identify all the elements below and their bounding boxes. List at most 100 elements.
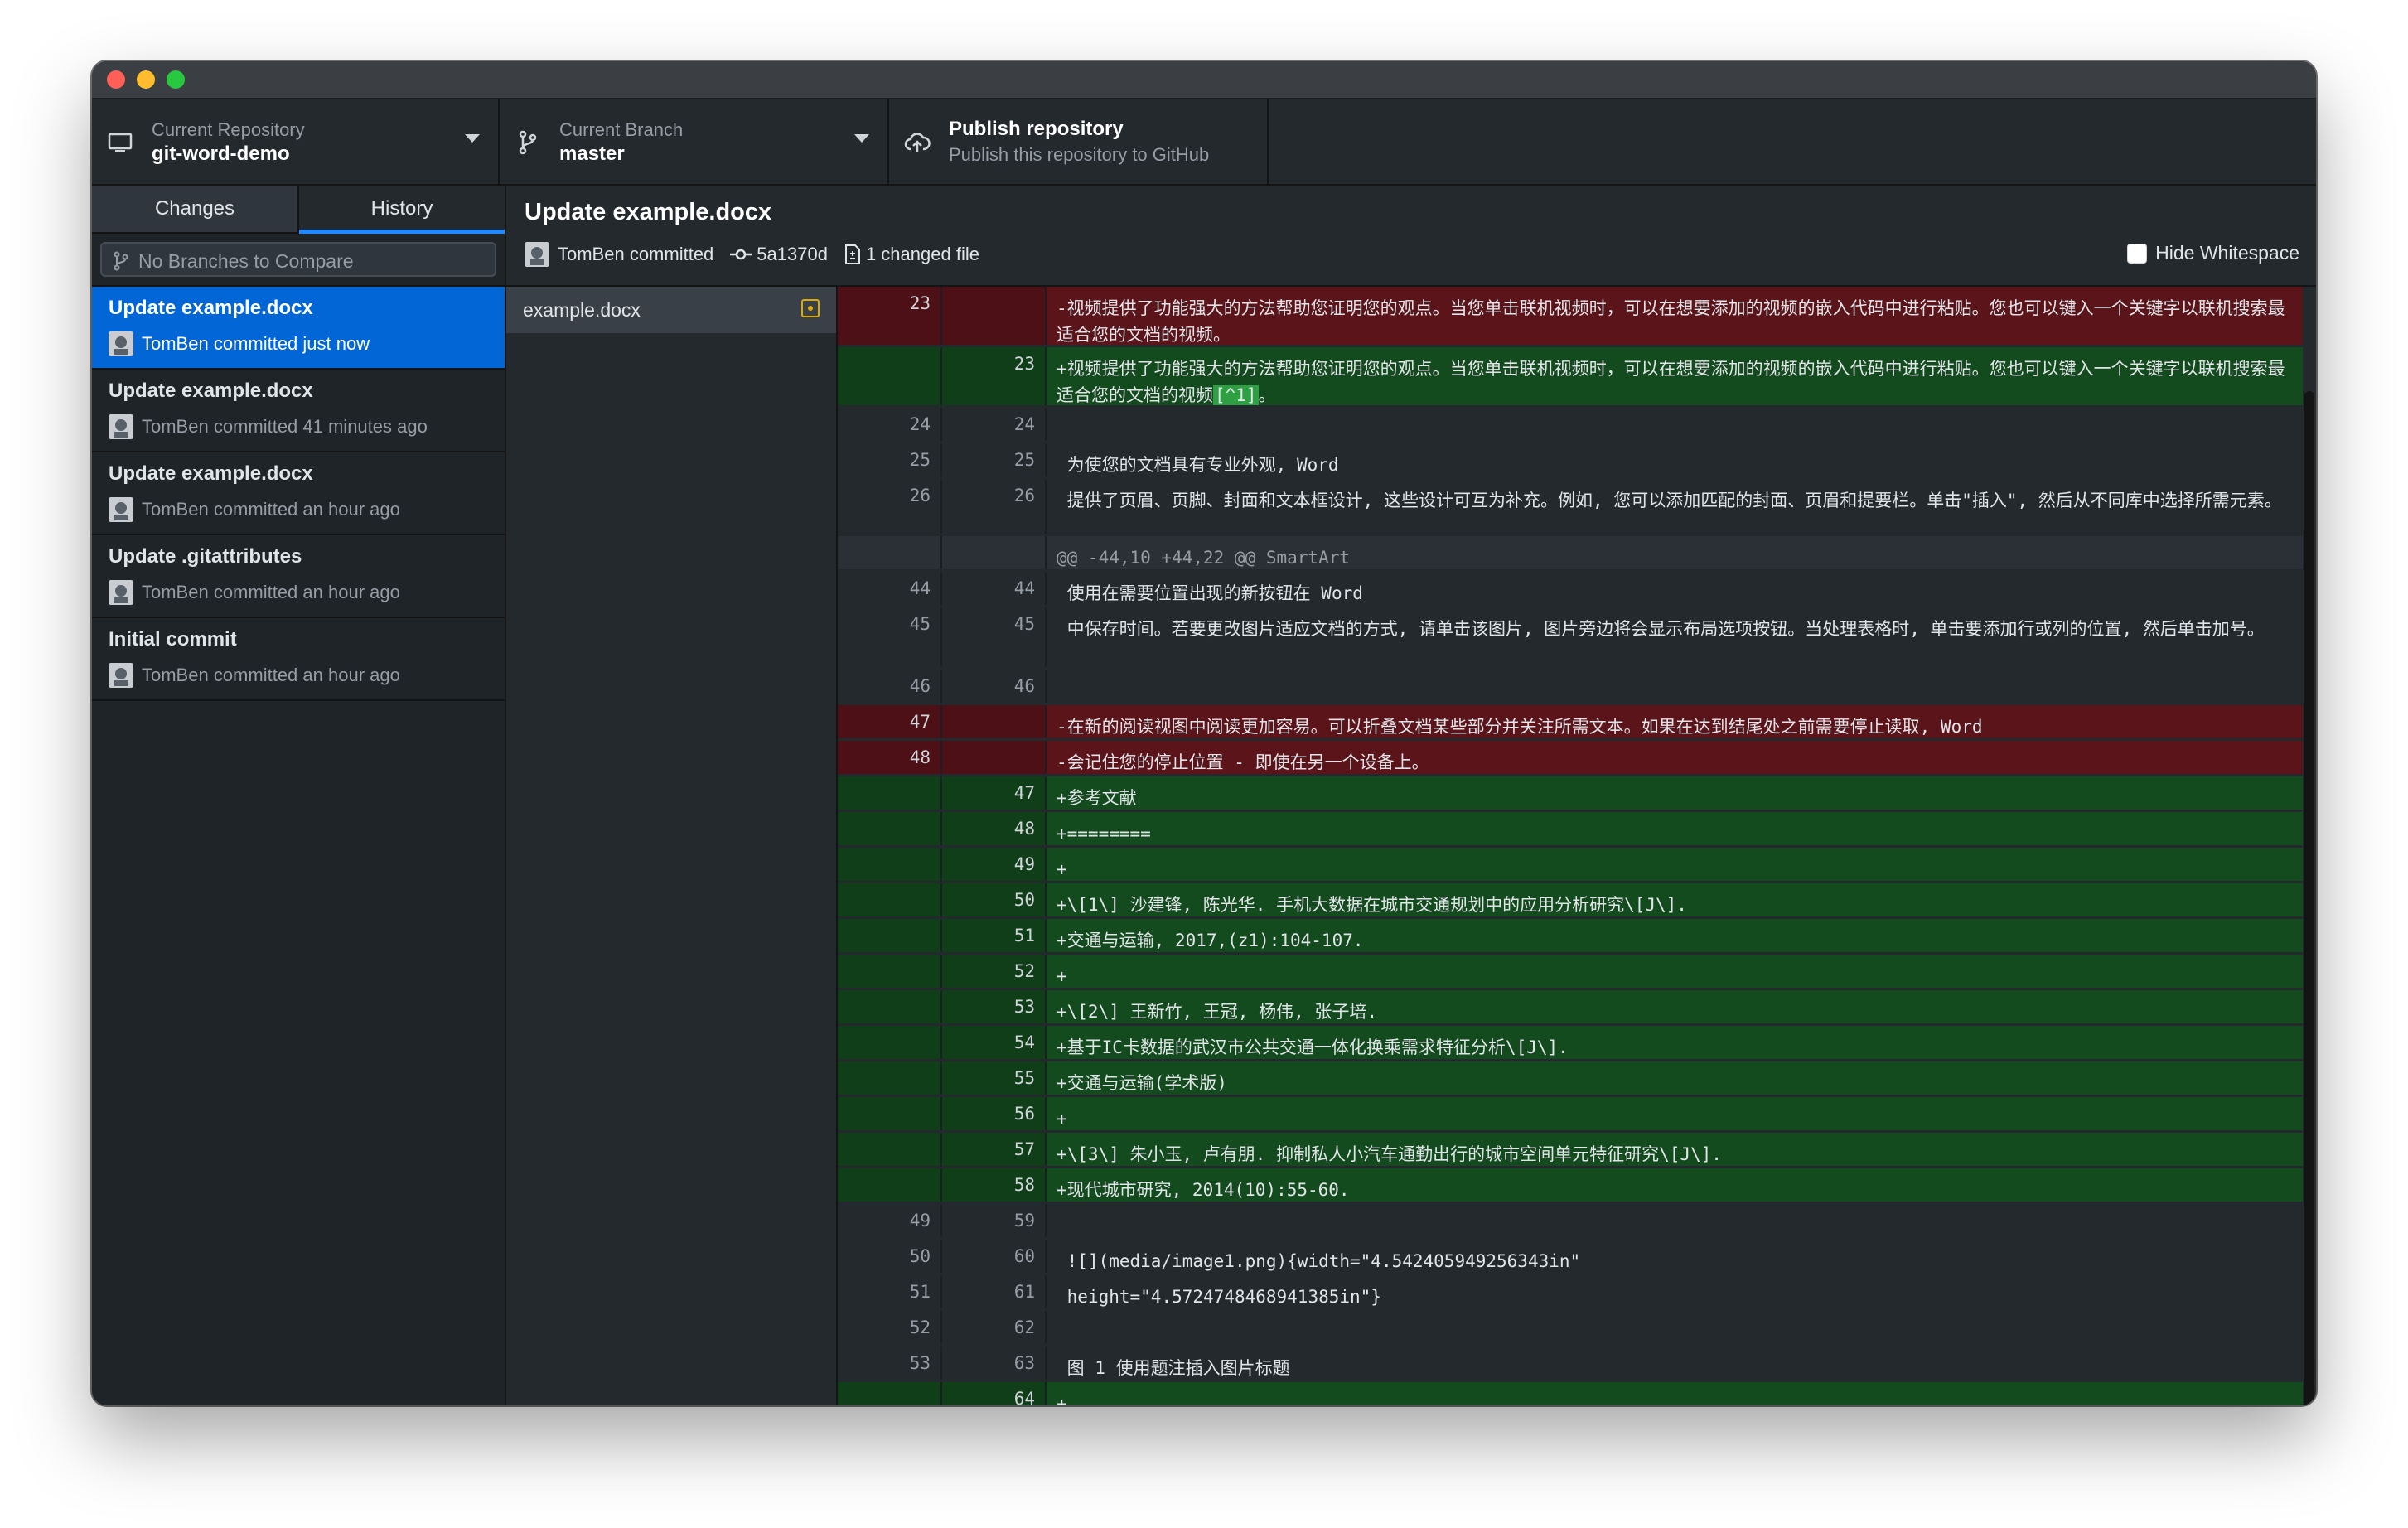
diff-line-text: 图 1 使用题注插入图片标题 [1057,1358,1290,1378]
branch-icon [519,130,537,155]
diff-line-text: height="4.5724748468941385in"} [1057,1287,1381,1307]
commit-list-item[interactable]: Update example.docx TomBen committed just… [92,287,505,370]
diff-line[interactable]: 51 +交通与运输, 2017,(z1):104-107. [838,919,2303,952]
old-line-number: 25 [838,443,942,476]
old-line-number: 26 [838,479,942,534]
diff-hunk-header[interactable]: @@ -44,10 +44,22 @@ SmartArt [838,536,2303,569]
old-line-number [838,812,942,845]
old-line-number [838,1382,942,1405]
new-line-number: 23 [942,347,1047,405]
changed-files-list: example.docx [506,287,838,1405]
diff-line[interactable]: 49 59 [838,1204,2303,1237]
hide-whitespace-toggle[interactable]: Hide Whitespace [2127,242,2299,264]
commit-item-title: Initial commit [109,628,237,650]
cloud-upload-icon [904,133,931,152]
old-line-number: 51 [838,1275,942,1308]
file-item[interactable]: example.docx [506,287,836,333]
maximize-window-button[interactable] [167,70,185,89]
old-line-number [838,919,942,952]
tab-history[interactable]: History [297,186,505,234]
modified-status-icon [801,299,820,317]
diff-line[interactable]: 54 +基于IC卡数据的武汉市公共交通一体化换乘需求特征分析\[J\]. [838,1026,2303,1059]
diff-line-text: +\[2\] 王新竹, 王冠, 杨伟, 张子培. [1057,1002,1378,1022]
diff-view[interactable]: 23 -视频提供了功能强大的方法帮助您证明您的观点。当您单击联机视频时，可以在想要… [838,287,2316,1405]
tab-changes[interactable]: Changes [92,186,297,232]
publish-title: Publish repository [949,118,1124,140]
diff-line[interactable]: 53 +\[2\] 王新竹, 王冠, 杨伟, 张子培. [838,990,2303,1023]
diff-line[interactable]: 50 60 ![](media/image1.png){width="4.5424… [838,1240,2303,1273]
diff-line[interactable]: 50 +\[1\] 沙建锋, 陈光华. 手机大数据在城市交通规划中的应用分析研究\… [838,883,2303,916]
new-line-number: 52 [942,955,1047,988]
diff-line[interactable]: 48 +======== [838,812,2303,845]
computer-icon [108,133,133,152]
diff-line[interactable]: 58 +现代城市研究, 2014(10):55-60. [838,1168,2303,1202]
diff-line[interactable]: 55 +交通与运输(学术版) [838,1061,2303,1095]
diff-line[interactable]: 64 + [838,1382,2303,1405]
diff-line[interactable]: 25 25 为使您的文档具有专业外观, Word [838,443,2303,476]
current-repository-button[interactable]: Current Repository git-word-demo [92,99,500,184]
diff-word-highlight: [^1] [1213,385,1259,405]
minimize-window-button[interactable] [137,70,155,89]
diff-line[interactable]: 51 61 height="4.5724748468941385in"} [838,1275,2303,1308]
new-line-number: 55 [942,1061,1047,1095]
new-line-number [942,287,1047,345]
compare-branch-area: No Branches to Compare [92,234,505,287]
new-line-number: 49 [942,848,1047,881]
new-line-number: 51 [942,919,1047,952]
new-line-number: 60 [942,1240,1047,1273]
commit-list-item[interactable]: Initial commit TomBen committed an hour a… [92,618,505,701]
diff-line[interactable]: 23 -视频提供了功能强大的方法帮助您证明您的观点。当您单击联机视频时，可以在想要… [838,287,2303,345]
commit-icon [730,249,752,260]
hide-whitespace-checkbox[interactable] [2127,243,2148,264]
diff-line[interactable]: 45 45 中保存时间。若要更改图片适应文档的方式, 请单击该图片, 图片旁边将会… [838,607,2303,667]
branch-icon [114,251,128,271]
diff-line[interactable]: 57 +\[3\] 朱小玉, 卢有朋. 抑制私人小汽车通勤出行的城市空间单元特征研… [838,1133,2303,1166]
old-line-number [838,848,942,881]
old-line-number: 45 [838,607,942,667]
diff-line[interactable]: 26 26 提供了页眉、页脚、封面和文本框设计, 这些设计可互为补充。例如, 您可… [838,479,2303,534]
diff-line[interactable]: 47 +参考文献 [838,776,2303,810]
scrollbar-thumb[interactable] [2304,391,2314,1405]
commit-list-item[interactable]: Update example.docx TomBen committed 41 m… [92,370,505,452]
diff-line-text [1047,1311,2303,1344]
diff-line[interactable]: 23 +视频提供了功能强大的方法帮助您证明您的观点。当您单击联机视频时，可以在想要… [838,347,2303,405]
diff-line-text: +基于IC卡数据的武汉市公共交通一体化换乘需求特征分析\[J\]. [1057,1037,1569,1057]
diff-line-text: + [1057,1109,1067,1129]
new-line-number: 64 [942,1382,1047,1405]
diff-line-text: + [1057,966,1067,986]
scrollbar[interactable] [2303,287,2316,1405]
diff-line-text: +\[3\] 朱小玉, 卢有朋. 抑制私人小汽车通勤出行的城市空间单元特征研究\… [1057,1144,1722,1164]
compare-branch-input[interactable]: No Branches to Compare [100,242,496,277]
commit-list-item[interactable]: Update .gitattributes TomBen committed an… [92,535,505,618]
branch-label: Current Branch [559,119,684,140]
commit-sha[interactable]: 5a1370d [757,244,828,265]
diff-line[interactable]: 56 + [838,1097,2303,1130]
commit-list-item[interactable]: Update example.docx TomBen committed an h… [92,452,505,535]
diff-line-text: ![](media/image1.png){width="4.542405949… [1057,1251,1581,1271]
diff-line[interactable]: 52 + [838,955,2303,988]
diff-line[interactable]: 46 46 [838,670,2303,703]
diff-line-text: +现代城市研究, 2014(10):55-60. [1057,1180,1350,1200]
diff-line[interactable]: 52 62 [838,1311,2303,1344]
old-line-number [838,1061,942,1095]
diff-line[interactable]: 47 -在新的阅读视图中阅读更加容易。可以折叠文档某些部分并关注所需文本。如果在达… [838,705,2303,738]
old-line-number: 23 [838,287,942,345]
close-window-button[interactable] [107,70,125,89]
diff-line[interactable]: 44 44 使用在需要位置出现的新按钮在 Word [838,572,2303,605]
new-line-number: 26 [942,479,1047,534]
new-line-number: 46 [942,670,1047,703]
diff-line[interactable]: 53 63 图 1 使用题注插入图片标题 [838,1347,2303,1380]
new-line-number: 50 [942,883,1047,916]
diff-line-text: + [1057,1394,1067,1405]
diff-line[interactable]: 24 24 [838,408,2303,441]
diff-line[interactable]: 48 -会记住您的停止位置 - 即使在另一个设备上。 [838,741,2303,774]
diff-line-text: @@ -44,10 +44,22 @@ SmartArt [1057,548,1351,568]
commit-item-title: Update example.docx [109,462,313,485]
old-line-number [838,536,942,569]
current-branch-button[interactable]: Current Branch master [500,99,889,184]
diff-line-text-suffix: 。 [1258,385,1276,405]
publish-repository-button[interactable]: Publish repository Publish this reposito… [889,99,1269,184]
diff-line-text: 使用在需要位置出现的新按钮在 Word [1057,583,1363,603]
old-line-number: 47 [838,705,942,738]
diff-line[interactable]: 49 + [838,848,2303,881]
